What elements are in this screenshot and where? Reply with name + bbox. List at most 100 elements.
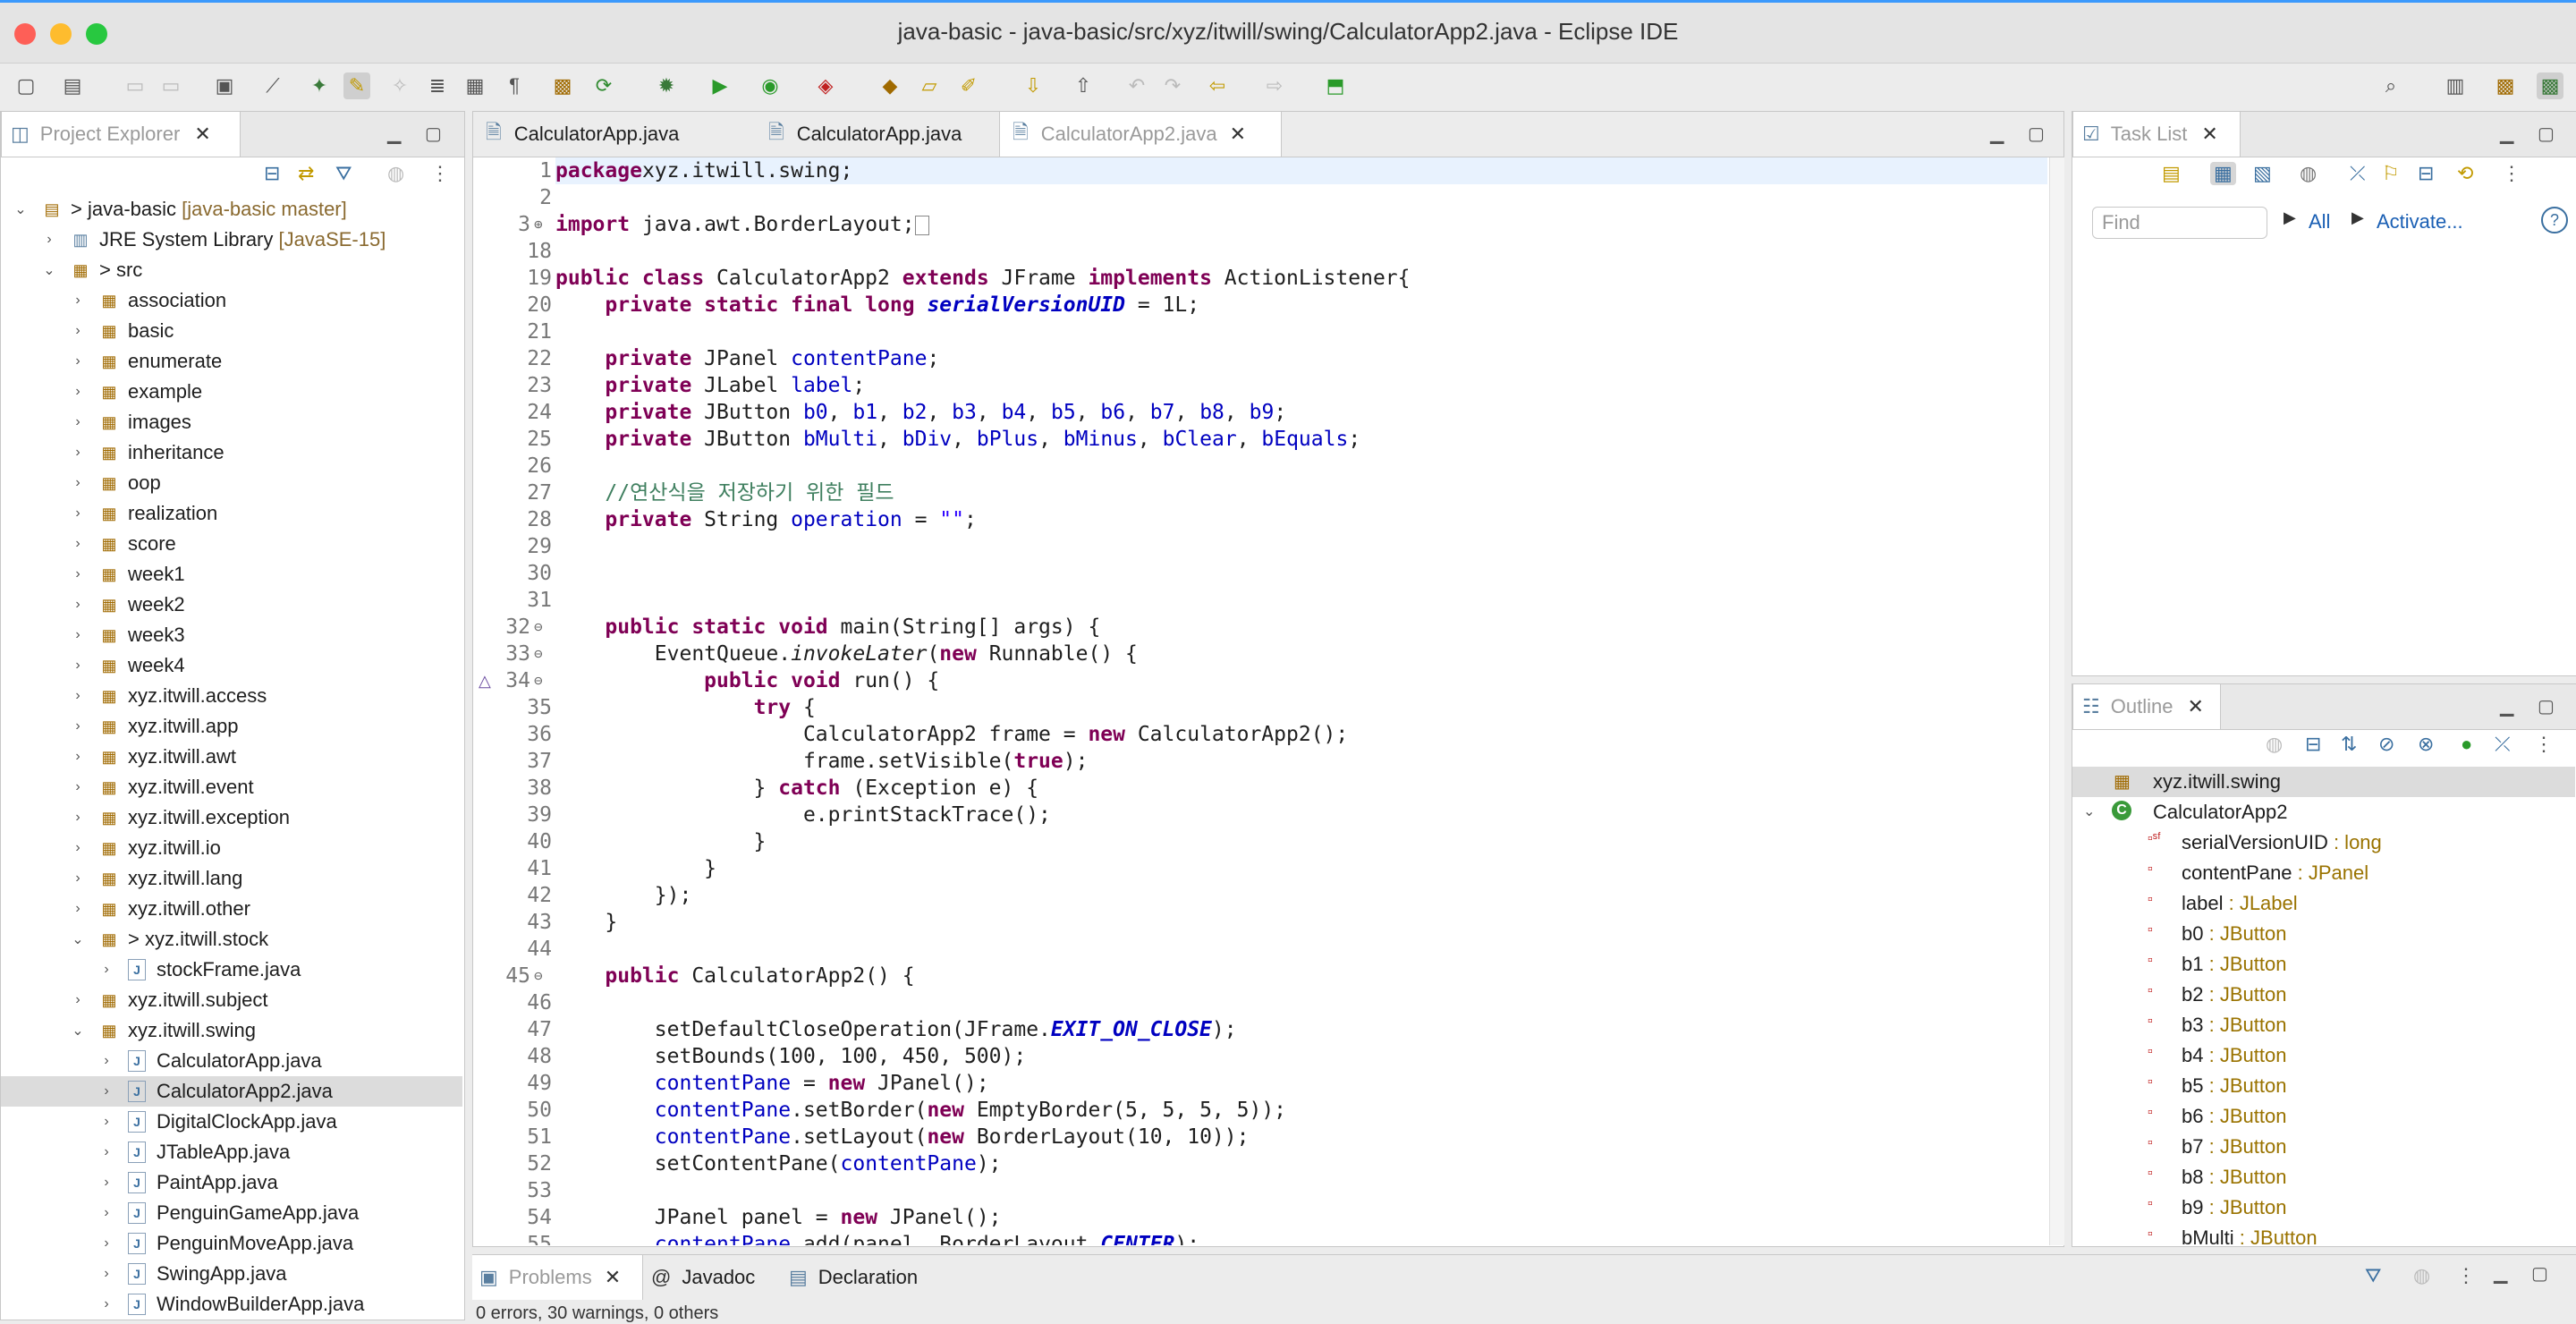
- tab-problems[interactable]: ▣ Problems ✕: [472, 1255, 643, 1300]
- outline-member[interactable]: ▫ b9 : JButton: [2072, 1192, 2575, 1223]
- chevron-right-icon[interactable]: ›: [71, 414, 85, 430]
- outline-class[interactable]: ⌄ C CalculatorApp2: [2072, 797, 2575, 828]
- overview-ruler[interactable]: [2049, 157, 2064, 1245]
- minimize-icon[interactable]: ▁: [387, 123, 401, 145]
- tab-calculatorapp-java-1[interactable]: 🗎 CalculatorApp.java: [473, 112, 731, 157]
- coverage-icon[interactable]: ◉: [757, 72, 784, 99]
- tree-item[interactable]: › ▦ images: [1, 407, 462, 437]
- external-tools-icon[interactable]: ◈: [812, 72, 839, 99]
- chevron-right-icon[interactable]: ›: [71, 293, 85, 309]
- search-java-icon[interactable]: ✦: [306, 72, 333, 99]
- chevron-right-icon[interactable]: ›: [71, 384, 85, 400]
- tree-item[interactable]: › ▦ score: [1, 529, 462, 559]
- tab-calculatorapp-java-2[interactable]: 🗎 CalculatorApp.java: [733, 112, 997, 157]
- minimize-icon[interactable]: ▁: [2494, 1262, 2507, 1285]
- outline-member[interactable]: ▫ b8 : JButton: [2072, 1162, 2575, 1192]
- build-icon[interactable]: ▩: [549, 72, 576, 99]
- next-annotation-icon[interactable]: ✧: [386, 72, 413, 99]
- outline-member[interactable]: ▫ b6 : JButton: [2072, 1101, 2575, 1132]
- tree-item[interactable]: › ▦ xyz.itwill.subject: [1, 985, 462, 1015]
- hide-non-public-icon[interactable]: ●: [2461, 733, 2472, 756]
- fold-collapse-icon[interactable]: ⊖: [534, 667, 543, 694]
- chevron-right-icon[interactable]: ›: [71, 475, 85, 491]
- fold-collapse-icon[interactable]: ⊖: [534, 614, 543, 641]
- chevron-right-icon[interactable]: ›: [71, 810, 85, 826]
- close-icon[interactable]: ✕: [2187, 695, 2203, 718]
- tab-outline[interactable]: ☷ Outline ✕: [2072, 684, 2221, 729]
- pilcrow-icon[interactable]: ¶: [501, 72, 528, 99]
- show-whitespace-icon[interactable]: ≣: [424, 72, 451, 99]
- chevron-right-icon[interactable]: ›: [71, 323, 85, 339]
- outline-member[interactable]: ▫ b5 : JButton: [2072, 1071, 2575, 1101]
- highlight-occurrences-icon[interactable]: ✎: [343, 72, 370, 99]
- pin-editor-icon[interactable]: ⬒: [1322, 72, 1349, 99]
- console-icon[interactable]: ▣: [211, 72, 238, 99]
- hide-fields-icon[interactable]: ⊘: [2378, 733, 2394, 756]
- chevron-right-icon[interactable]: ›: [71, 992, 85, 1008]
- close-icon[interactable]: ✕: [605, 1266, 621, 1289]
- tree-item[interactable]: › J PenguinGameApp.java: [1, 1198, 462, 1228]
- outline-member[interactable]: ▫ bMulti : JButton: [2072, 1223, 2575, 1244]
- minimize-icon[interactable]: ▁: [2500, 123, 2513, 145]
- tree-item[interactable]: › ▦ enumerate: [1, 346, 462, 377]
- chevron-right-icon[interactable]: ›: [71, 749, 85, 765]
- outline-member[interactable]: ▫ b1 : JButton: [2072, 949, 2575, 980]
- chevron-right-icon[interactable]: ›: [71, 870, 85, 887]
- chevron-right-icon[interactable]: ›: [71, 779, 85, 795]
- focus-icon[interactable]: ◍: [2266, 733, 2283, 756]
- minimize-icon[interactable]: ▁: [1990, 123, 2004, 145]
- maximize-icon[interactable]: ▢: [2531, 1262, 2548, 1285]
- view-menu-icon[interactable]: ⋮: [2456, 1264, 2476, 1287]
- chevron-down-icon[interactable]: ⌄: [42, 261, 56, 279]
- tree-item[interactable]: › ▦ xyz.itwill.other: [1, 894, 462, 924]
- tree-item[interactable]: › ▦ oop: [1, 468, 462, 498]
- tab-project-explorer[interactable]: ◫ Project Explorer ✕: [1, 112, 241, 157]
- java-perspective-icon[interactable]: ▩: [2537, 72, 2563, 99]
- open-perspective-icon[interactable]: ▥: [2442, 72, 2469, 99]
- hide-completed-icon[interactable]: ⤫: [2350, 162, 2366, 185]
- tree-item[interactable]: › ▦ week2: [1, 590, 462, 620]
- view-menu-icon[interactable]: ⋮: [2534, 733, 2554, 756]
- tree-item[interactable]: ⌄ ▤ > java-basic [java-basic master]: [1, 194, 462, 225]
- previous-edit-icon[interactable]: ⇧: [1070, 72, 1097, 99]
- tree-item[interactable]: › ▦ realization: [1, 498, 462, 529]
- maximize-icon[interactable]: ▢: [425, 123, 442, 145]
- close-icon[interactable]: ✕: [1230, 123, 1246, 146]
- outline-member[interactable]: ▫ b2 : JButton: [2072, 980, 2575, 1010]
- chevron-right-icon[interactable]: ›: [71, 536, 85, 552]
- filter-icon[interactable]: ⛛: [2365, 1264, 2381, 1287]
- chevron-right-icon[interactable]: ›: [99, 1296, 114, 1312]
- tree-item[interactable]: › ▦ basic: [1, 316, 462, 346]
- collapse-all-icon[interactable]: ⊟: [264, 162, 280, 185]
- tree-item[interactable]: › ▦ week4: [1, 650, 462, 681]
- categorized-icon[interactable]: ▦: [2210, 162, 2236, 185]
- close-icon[interactable]: ✕: [2201, 123, 2217, 146]
- hide-static-icon[interactable]: ⊗: [2418, 733, 2434, 756]
- outline-member[interactable]: ▫ label : JLabel: [2072, 888, 2575, 919]
- filter-icon[interactable]: ⛛: [335, 162, 352, 185]
- save-all-icon[interactable]: ▭: [157, 72, 184, 99]
- tree-item[interactable]: › ▦ xyz.itwill.access: [1, 681, 462, 711]
- focus-icon[interactable]: ◍: [2300, 162, 2317, 185]
- chevron-right-icon[interactable]: ›: [71, 505, 85, 522]
- chevron-right-icon[interactable]: ›: [99, 1083, 114, 1099]
- new-project-icon[interactable]: ▤: [59, 72, 86, 99]
- fold-collapse-icon[interactable]: ⊖: [534, 963, 543, 989]
- chevron-right-icon[interactable]: ›: [99, 1175, 114, 1191]
- last-edit-icon[interactable]: ↶: [1123, 72, 1150, 99]
- chevron-right-icon[interactable]: ›: [99, 1114, 114, 1130]
- all-link[interactable]: All: [2309, 210, 2330, 233]
- chevron-right-icon[interactable]: ›: [71, 840, 85, 856]
- maximize-icon[interactable]: ▢: [2538, 123, 2555, 145]
- refresh-icon[interactable]: ⟳: [590, 72, 617, 99]
- collapse-all-icon[interactable]: ⊟: [2305, 733, 2321, 756]
- chevron-right-icon[interactable]: ›: [71, 658, 85, 674]
- chevron-right-icon[interactable]: ›: [71, 597, 85, 613]
- tree-item[interactable]: › ▦ xyz.itwill.app: [1, 711, 462, 742]
- block-selection-icon[interactable]: ▦: [462, 72, 488, 99]
- link-with-editor-icon[interactable]: ⇄: [298, 162, 314, 185]
- chevron-down-icon[interactable]: ⌄: [71, 1022, 85, 1040]
- outline-member[interactable]: ▫ˢᶠ serialVersionUID : long: [2072, 828, 2575, 858]
- tree-item[interactable]: › ▦ xyz.itwill.exception: [1, 802, 462, 833]
- tree-item[interactable]: › J CalculatorApp.java: [1, 1046, 462, 1076]
